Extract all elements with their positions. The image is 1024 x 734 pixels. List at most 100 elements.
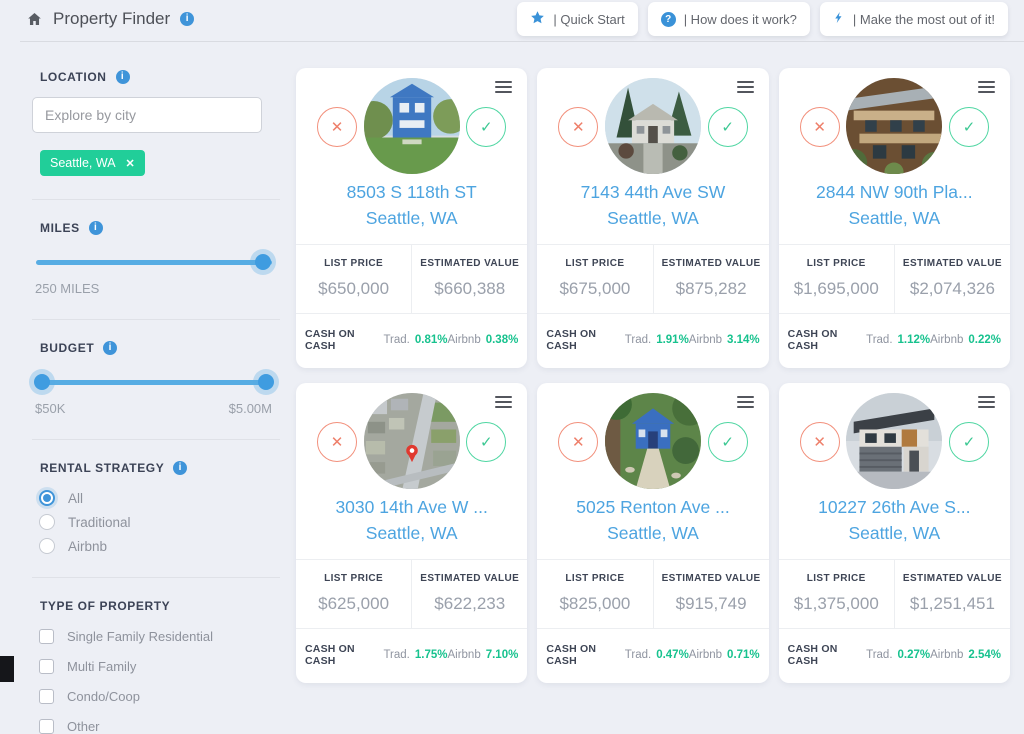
airbnb-coc-value: 7.10% — [486, 649, 519, 661]
radio-icon[interactable] — [39, 514, 55, 530]
airbnb-label: Airbnb — [447, 334, 480, 346]
cash-on-cash-label: CASH ON CASH — [546, 643, 624, 667]
accept-property-button[interactable]: ✓ — [949, 422, 989, 462]
list-price-label: LIST PRICE — [541, 258, 648, 269]
property-address[interactable]: 7143 44th Ave SW — [537, 179, 768, 205]
trad-coc-value: 0.27% — [898, 649, 931, 661]
estimated-value-label: ESTIMATED VALUE — [899, 258, 1006, 269]
rental-strategy-option-all[interactable]: All — [39, 490, 280, 506]
card-menu-icon[interactable] — [978, 81, 995, 96]
airbnb-coc-value: 0.38% — [486, 334, 519, 346]
question-circle-icon: ? — [661, 12, 676, 27]
info-icon[interactable]: i — [103, 341, 117, 355]
property-photo[interactable] — [846, 78, 942, 174]
miles-slider-track[interactable] — [36, 260, 272, 265]
card-menu-icon[interactable] — [737, 396, 754, 411]
trad-label: Trad. — [866, 334, 892, 346]
info-icon[interactable]: i — [89, 221, 103, 235]
list-price-value: $675,000 — [541, 279, 648, 299]
quick-start-button[interactable]: | Quick Start — [517, 2, 637, 36]
info-icon[interactable]: i — [180, 12, 194, 26]
trad-label: Trad. — [625, 334, 651, 346]
property-city[interactable]: Seattle, WA — [779, 205, 1010, 231]
property-type-condo-coop[interactable]: Condo/Coop — [39, 689, 280, 704]
budget-min-value: $50K — [35, 401, 65, 416]
miles-slider[interactable] — [36, 254, 272, 270]
accept-property-button[interactable]: ✓ — [708, 107, 748, 147]
budget-slider-track[interactable] — [36, 380, 272, 385]
estimated-value-value: $622,233 — [416, 594, 523, 614]
accept-property-button[interactable]: ✓ — [466, 107, 506, 147]
property-address[interactable]: 8503 S 118th ST — [296, 179, 527, 205]
miles-section-label: MILES i — [40, 221, 280, 235]
make-the-most-label: | Make the most out of it! — [853, 12, 995, 27]
budget-section-label: BUDGET i — [40, 341, 280, 355]
home-icon[interactable] — [26, 11, 43, 27]
estimated-value-label: ESTIMATED VALUE — [416, 258, 523, 269]
info-icon[interactable]: i — [116, 70, 130, 84]
info-icon[interactable]: i — [173, 461, 187, 475]
property-photo[interactable] — [605, 78, 701, 174]
reject-property-button[interactable]: ✕ — [317, 422, 357, 462]
budget-max-value: $5.00M — [229, 401, 272, 416]
close-icon: ✕ — [813, 120, 826, 135]
property-photo[interactable] — [846, 393, 942, 489]
rental-strategy-option-airbnb[interactable]: Airbnb — [39, 538, 280, 554]
budget-max-thumb[interactable] — [258, 374, 274, 390]
make-the-most-button[interactable]: | Make the most out of it! — [820, 2, 1008, 36]
reject-property-button[interactable]: ✕ — [558, 422, 598, 462]
estimated-value-label: ESTIMATED VALUE — [658, 258, 765, 269]
how-does-it-work-button[interactable]: ? | How does it work? — [648, 2, 810, 36]
checkbox-icon[interactable] — [39, 689, 54, 704]
property-photo[interactable] — [605, 393, 701, 489]
radio-selected-icon[interactable] — [39, 490, 55, 506]
checkbox-icon[interactable] — [39, 719, 54, 734]
property-type-single-family[interactable]: Single Family Residential — [39, 629, 280, 644]
property-city[interactable]: Seattle, WA — [537, 205, 768, 231]
reject-property-button[interactable]: ✕ — [800, 107, 840, 147]
property-address[interactable]: 10227 26th Ave S... — [779, 494, 1010, 520]
miles-slider-thumb[interactable] — [255, 254, 271, 270]
estimated-value-label: ESTIMATED VALUE — [658, 573, 765, 584]
card-menu-icon[interactable] — [495, 81, 512, 96]
card-menu-icon[interactable] — [737, 81, 754, 96]
property-address[interactable]: 2844 NW 90th Pla... — [779, 179, 1010, 205]
card-menu-icon[interactable] — [495, 396, 512, 411]
location-tag[interactable]: Seattle, WA ✕ — [40, 150, 145, 176]
check-icon: ✓ — [480, 120, 493, 135]
remove-tag-icon[interactable]: ✕ — [126, 157, 135, 170]
city-search-input[interactable] — [32, 97, 262, 133]
quick-start-label: | Quick Start — [553, 12, 624, 27]
divider — [32, 199, 280, 200]
airbnb-label: Airbnb — [930, 334, 963, 346]
property-photo[interactable] — [364, 78, 460, 174]
budget-min-thumb[interactable] — [34, 374, 50, 390]
cash-on-cash-label: CASH ON CASH — [305, 643, 383, 667]
list-price-label: LIST PRICE — [300, 258, 407, 269]
airbnb-label: Airbnb — [689, 649, 722, 661]
radio-icon[interactable] — [39, 538, 55, 554]
property-city[interactable]: Seattle, WA — [779, 520, 1010, 546]
filters-sidebar: LOCATION i Seattle, WA ✕ MILES i 250 MIL… — [0, 42, 290, 682]
property-city[interactable]: Seattle, WA — [537, 520, 768, 546]
budget-slider[interactable] — [36, 374, 272, 390]
property-type-multi-family[interactable]: Multi Family — [39, 659, 280, 674]
reject-property-button[interactable]: ✕ — [800, 422, 840, 462]
estimated-value-label: ESTIMATED VALUE — [416, 573, 523, 584]
accept-property-button[interactable]: ✓ — [949, 107, 989, 147]
property-type-other[interactable]: Other — [39, 719, 280, 734]
accept-property-button[interactable]: ✓ — [708, 422, 748, 462]
rental-strategy-option-traditional[interactable]: Traditional — [39, 514, 280, 530]
checkbox-icon[interactable] — [39, 659, 54, 674]
airbnb-coc-value: 0.22% — [968, 334, 1001, 346]
property-city[interactable]: Seattle, WA — [296, 205, 527, 231]
property-address[interactable]: 5025 Renton Ave ... — [537, 494, 768, 520]
checkbox-icon[interactable] — [39, 629, 54, 644]
accept-property-button[interactable]: ✓ — [466, 422, 506, 462]
property-city[interactable]: Seattle, WA — [296, 520, 527, 546]
property-photo[interactable] — [364, 393, 460, 489]
property-address[interactable]: 3030 14th Ave W ... — [296, 494, 527, 520]
reject-property-button[interactable]: ✕ — [558, 107, 598, 147]
reject-property-button[interactable]: ✕ — [317, 107, 357, 147]
card-menu-icon[interactable] — [978, 396, 995, 411]
